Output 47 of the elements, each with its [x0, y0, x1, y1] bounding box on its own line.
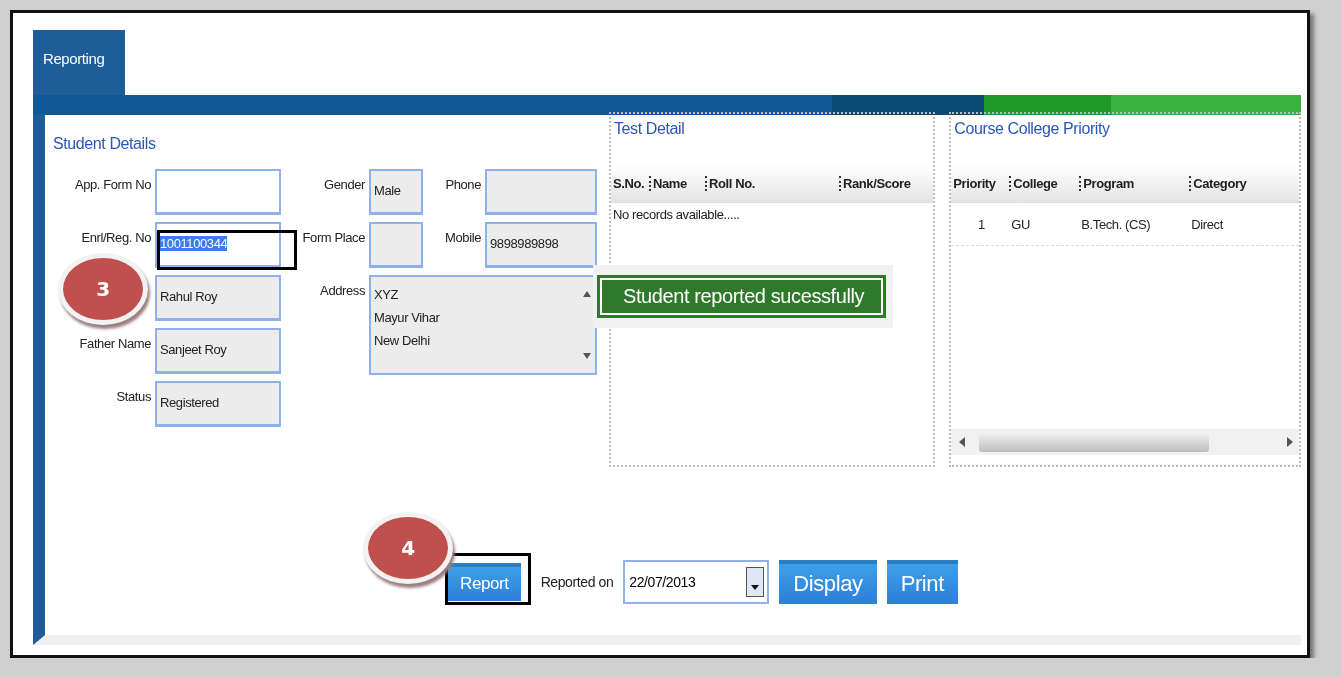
reporting-tab[interactable]: Reporting — [33, 30, 125, 95]
column-header: Priority — [952, 175, 997, 191]
field-label: Mobile — [444, 229, 481, 247]
field-label: Form Place — [301, 229, 365, 247]
field-label: Father Name — [78, 335, 151, 353]
column-header: Rank/Score — [839, 175, 934, 191]
scroll-thumb[interactable] — [979, 432, 1210, 452]
field-label: Status — [115, 388, 151, 406]
table-cell-text: Direct — [1190, 216, 1225, 232]
step-badge: 3 — [58, 253, 148, 325]
input-field[interactable]: Male — [369, 169, 423, 215]
field-label: App. Form No — [73, 176, 151, 194]
column-header: Name — [649, 175, 705, 191]
scroll-down-icon[interactable] — [583, 353, 591, 359]
column-header: College — [1009, 175, 1080, 191]
input-field[interactable]: Registered — [155, 381, 281, 427]
field-label: Gender — [323, 176, 365, 194]
column-header: S.No. — [612, 175, 646, 191]
column-header: Roll No. — [705, 175, 839, 191]
step-badge: 4 — [363, 512, 453, 584]
input-field[interactable] — [485, 169, 597, 215]
empty-message: No records available..... — [612, 206, 741, 224]
column-header: Category — [1189, 175, 1299, 191]
scroll-up-icon[interactable] — [583, 291, 591, 297]
input-field[interactable]: 9898989898 — [485, 222, 597, 268]
address-field[interactable]: XYZ Mayur Vihar New Delhi — [369, 275, 597, 375]
date-field[interactable]: 22/07/2013 — [623, 560, 770, 604]
input-field[interactable]: Rahul Roy — [155, 275, 281, 321]
scroll-right-icon[interactable] — [1287, 437, 1293, 447]
scroll-left-icon[interactable] — [959, 437, 966, 447]
field-label: Address — [319, 282, 365, 300]
table-cell-text: 1 — [976, 216, 986, 232]
column-header: Program — [1079, 175, 1190, 191]
panel-title: Course College Priority — [953, 120, 1111, 138]
section-title: Student Details — [53, 135, 157, 153]
table-cell-text: B.Tech. (CS) — [1080, 216, 1152, 232]
table-cell-text: GU — [1010, 216, 1031, 232]
field-label: Enrl/Reg. No — [80, 229, 151, 247]
input-field[interactable] — [155, 169, 281, 215]
horizontal-scrollbar[interactable] — [951, 429, 1299, 455]
success-message: Student reported sucessfully — [597, 275, 887, 318]
reported-on-label: Reported on — [540, 574, 614, 590]
input-field[interactable]: Sanjeet Roy — [155, 328, 281, 374]
input-field[interactable] — [369, 222, 423, 268]
field-label: Phone — [444, 176, 481, 194]
panel-title: Test Detail — [613, 120, 686, 138]
dropdown-icon[interactable] — [751, 585, 760, 590]
